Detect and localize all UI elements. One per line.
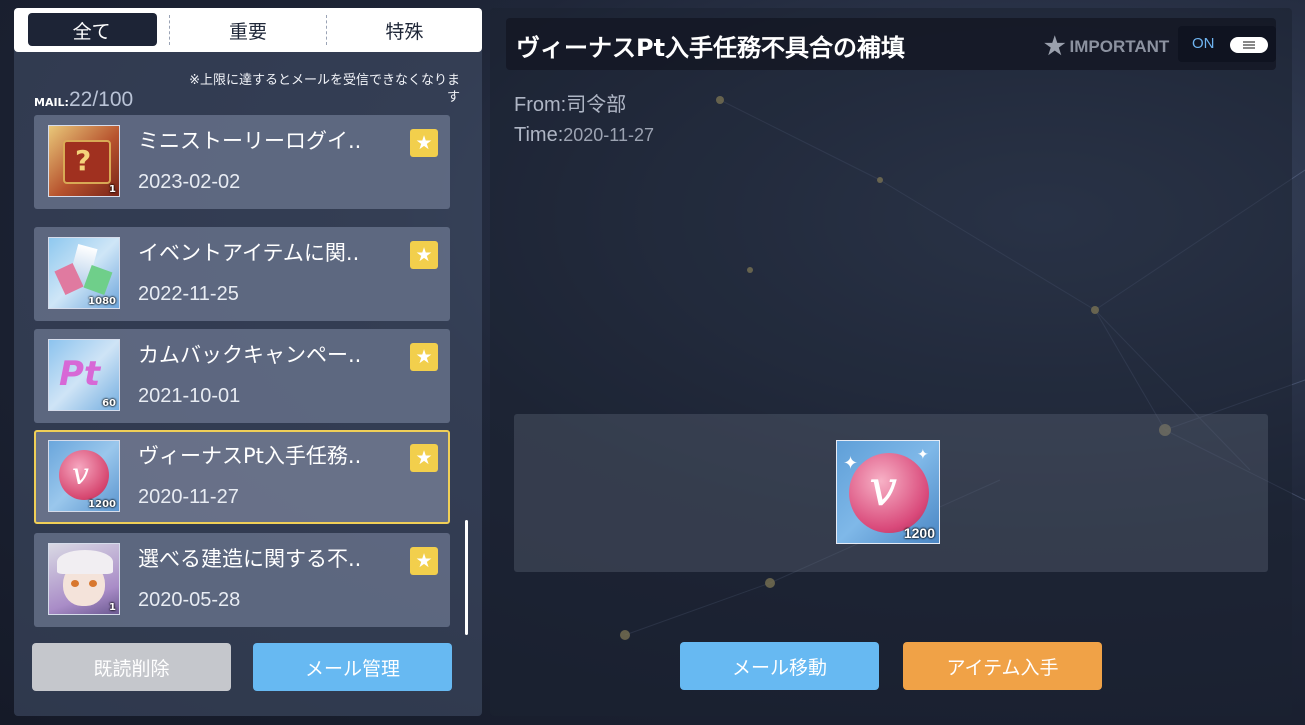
delete-read-button[interactable]: 既読削除 bbox=[32, 643, 231, 691]
mail-detail-panel: ヴィーナスPt入手任務不具合の補填 ★ IMPORTANT ON From:司令… bbox=[490, 8, 1292, 716]
mail-title: ヴィーナスPt入手任務不具合の補填 bbox=[516, 34, 906, 62]
time-label: Time: bbox=[514, 124, 564, 146]
mail-count: MAIL:22/100 bbox=[34, 88, 133, 112]
mail-subject: ヴィーナスPt入手任務.. bbox=[138, 444, 362, 468]
mail-item[interactable]: 1 選べる建造に関する不.. 2020-05-28 ★ bbox=[34, 533, 450, 627]
mail-time: Time:2020-11-27 bbox=[514, 124, 654, 147]
important-star-icon: ★ bbox=[410, 343, 438, 371]
mail-date: 2020-11-27 bbox=[138, 486, 239, 508]
mail-count-current: 22 bbox=[68, 88, 93, 111]
venus-coin-reward-icon[interactable]: v ✦ ✦ 1200 bbox=[836, 440, 940, 544]
important-label: IMPORTANT bbox=[1069, 36, 1170, 56]
pt-icon: Pt 60 bbox=[48, 339, 120, 411]
mail-count-max: /100 bbox=[92, 88, 134, 111]
mail-subject: カムバックキャンペー.. bbox=[138, 343, 362, 367]
mail-subject: イベントアイテムに関.. bbox=[138, 241, 360, 265]
reward-quantity: 1200 bbox=[903, 525, 935, 541]
item-quantity: 60 bbox=[102, 398, 116, 409]
important-star-icon: ★ bbox=[410, 241, 438, 269]
important-star-icon: ★ bbox=[410, 129, 438, 157]
get-item-button[interactable]: アイテム入手 bbox=[903, 642, 1102, 690]
important-indicator: ★ IMPORTANT bbox=[1044, 32, 1169, 61]
time-value: 2020-11-27 bbox=[563, 125, 655, 145]
character-portrait-icon: 1 bbox=[48, 543, 120, 615]
mail-limit-note: ※上限に達するとメールを受信できなくなります bbox=[189, 73, 460, 105]
venus-coin-icon: v 1200 bbox=[48, 440, 120, 512]
mail-date: 2021-10-01 bbox=[138, 385, 241, 407]
mail-move-button[interactable]: メール移動 bbox=[680, 642, 879, 690]
important-toggle[interactable]: ON bbox=[1178, 26, 1276, 62]
mail-item[interactable]: 1080 イベントアイテムに関.. 2022-11-25 ★ bbox=[34, 227, 450, 321]
mail-list-scrollbar[interactable] bbox=[465, 520, 468, 635]
mail-from: From:司令部 bbox=[514, 88, 626, 117]
tab-label: 重要 bbox=[228, 20, 267, 43]
mail-item[interactable]: Pt 60 カムバックキャンペー.. 2021-10-01 ★ bbox=[34, 329, 450, 423]
toggle-label: ON bbox=[1192, 35, 1215, 52]
tab-all[interactable]: 全て bbox=[14, 8, 169, 52]
crystal-icon: 1080 bbox=[48, 237, 120, 309]
mail-item[interactable]: ? 1 ミニストーリーログイ.. 2023-02-02 ★ bbox=[34, 115, 450, 209]
tab-important[interactable]: 重要 bbox=[170, 8, 325, 52]
item-quantity: 1080 bbox=[88, 296, 116, 307]
mail-date: 2023-02-02 bbox=[138, 171, 241, 193]
mail-count-label: MAIL: bbox=[34, 96, 69, 109]
item-quantity: 1 bbox=[109, 602, 116, 613]
mail-title-bar: ヴィーナスPt入手任務不具合の補填 ★ IMPORTANT ON bbox=[506, 18, 1276, 70]
star-icon: ★ bbox=[1044, 33, 1066, 60]
mail-item-selected[interactable]: v 1200 ヴィーナスPt入手任務.. 2020-11-27 ★ bbox=[34, 430, 450, 524]
from-value: 司令部 bbox=[566, 94, 627, 116]
important-star-icon: ★ bbox=[410, 547, 438, 575]
item-quantity: 1200 bbox=[88, 499, 116, 510]
attached-items-area: v ✦ ✦ 1200 bbox=[514, 414, 1268, 572]
mail-subject: 選べる建造に関する不.. bbox=[138, 547, 362, 571]
mail-date: 2022-11-25 bbox=[138, 283, 239, 305]
important-star-icon: ★ bbox=[410, 444, 438, 472]
tab-label: 全て bbox=[72, 20, 111, 43]
tab-special[interactable]: 特殊 bbox=[327, 8, 482, 52]
mail-manage-button[interactable]: メール管理 bbox=[253, 643, 452, 691]
from-label: From: bbox=[514, 94, 567, 116]
item-quantity: 1 bbox=[109, 184, 116, 195]
mail-date: 2020-05-28 bbox=[138, 589, 241, 611]
mail-subject: ミニストーリーログイ.. bbox=[138, 129, 362, 153]
mystery-box-icon: ? 1 bbox=[48, 125, 120, 197]
mail-list-panel: 全て 重要 特殊 MAIL:22/100 ※上限に達するとメールを受信できなくな… bbox=[14, 8, 482, 716]
tab-label: 特殊 bbox=[385, 20, 424, 43]
toggle-knob-icon bbox=[1230, 37, 1268, 53]
category-tabs: 全て 重要 特殊 bbox=[14, 8, 482, 52]
mail-list: ? 1 ミニストーリーログイ.. 2023-02-02 ★ 1080 イベントア… bbox=[34, 115, 452, 628]
